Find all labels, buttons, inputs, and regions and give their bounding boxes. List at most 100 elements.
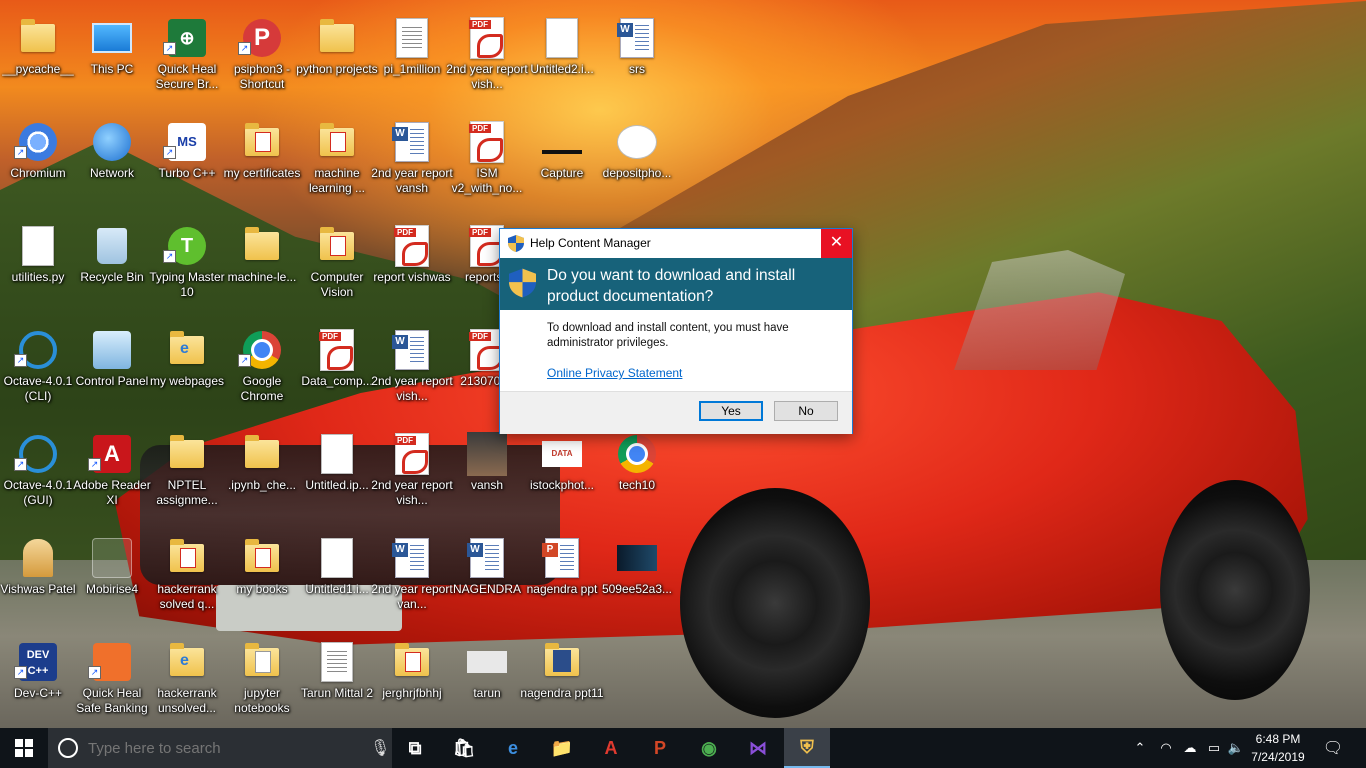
desktop-icon[interactable]: Pnagendra ppt [524, 530, 600, 630]
search-box[interactable]: 🎙 [48, 728, 392, 768]
desktop-icon[interactable]: my certificates [224, 114, 300, 214]
desktop-icon[interactable]: pi_1million [374, 10, 450, 110]
desktop-icon[interactable]: ↗ Chromium [0, 114, 76, 214]
pdffolder-icon [242, 120, 282, 164]
dialog-title: Help Content Manager [530, 236, 651, 250]
desktop-icon[interactable]: e my webpages [149, 322, 225, 422]
desktop-icon[interactable]: hackerrank solved q... [149, 530, 225, 630]
desktop-icon[interactable]: Wsrs [599, 10, 675, 110]
search-icon [58, 738, 78, 758]
taskbar-app-chrome[interactable]: ◉ [686, 728, 732, 768]
desktop-icon[interactable]: .ipynb_che... [224, 426, 300, 526]
desktop-icon[interactable]: ↗ Google Chrome [224, 322, 300, 422]
desktop-icon[interactable]: PDF Data_comp... [299, 322, 375, 422]
show-hidden-icons-chevron-icon[interactable]: ⌃ [1130, 728, 1150, 768]
desktop-icon[interactable]: jupyter notebooks [224, 634, 300, 728]
desktop-icon-label: my books [236, 582, 288, 596]
battery-icon[interactable]: ▭ [1204, 728, 1224, 768]
taskbar-app-visual-studio[interactable]: ⋈ [735, 728, 781, 768]
microphone-icon[interactable]: 🎙 [370, 738, 390, 758]
desktop-icon[interactable]: jerghrjfbhhj [374, 634, 450, 728]
desktop-icon-label: my certificates [223, 166, 301, 180]
desktop-icon[interactable]: 509ee52a3... [599, 530, 675, 630]
folder-icon [18, 16, 58, 60]
desktop-icon[interactable]: Computer Vision [299, 218, 375, 318]
desktop-icon[interactable]: PDF report vishwas [373, 218, 451, 318]
clock[interactable]: 6:48 PM 7/24/2019 [1242, 730, 1314, 766]
desktop-icon[interactable]: machine learning ... [299, 114, 375, 214]
desktop-icon[interactable]: PDF 2nd year report vish... [371, 426, 453, 526]
desktop-icon[interactable]: Recycle Bin [74, 218, 150, 318]
desktop-icon[interactable]: utilities.py [0, 218, 76, 318]
desktop-icon[interactable]: This PC [74, 10, 150, 110]
taskbar-app-acrobat[interactable]: A [588, 728, 634, 768]
clock-time: 6:48 PM [1255, 732, 1301, 746]
start-button[interactable] [0, 728, 48, 768]
desktop-icon[interactable]: PDF 2nd year report vish... [446, 10, 528, 110]
desktop-icon[interactable]: Network [74, 114, 150, 214]
privacy-statement-link[interactable]: Online Privacy Statement [547, 366, 682, 380]
desktop-icon[interactable]: A ↗ Adobe Reader XI [73, 426, 151, 526]
desktop-icon[interactable]: ⊕ ↗ Quick Heal Secure Br... [149, 10, 225, 110]
desktop-icon[interactable]: Tarun Mittal 2 [299, 634, 375, 728]
desktop-icon[interactable]: machine-le... [224, 218, 300, 318]
taskbar-app-help-content-manager[interactable]: ⛨ [784, 728, 830, 768]
desktop-icon[interactable]: W NAGENDRA [449, 530, 525, 630]
desktop-icon[interactable]: Mobirise4 [74, 530, 150, 630]
desktop-icon[interactable]: W 2nd year report van... [371, 530, 453, 630]
desktop-icon-label: 2nd year report vish... [446, 62, 528, 91]
taskbar-app-edge[interactable]: e [490, 728, 536, 768]
desktop-icon[interactable]: NPTEL assignme... [149, 426, 225, 526]
edgefolder-icon: e [167, 640, 207, 684]
taskbar-app-powerpoint-like[interactable]: P [637, 728, 683, 768]
desktop-icon[interactable]: Untitled2.i... [524, 10, 600, 110]
desktop-icon[interactable]: tech10 [599, 426, 675, 526]
taskbar-app-store[interactable]: 🛍 [441, 728, 487, 768]
desktop-icon[interactable]: Capture [524, 114, 600, 214]
dialog-titlebar[interactable]: Help Content Manager ✕ [500, 229, 852, 258]
cloud-icon[interactable]: ☁ [1180, 728, 1200, 768]
word-icon: W [392, 120, 432, 164]
desktop-icon[interactable]: P ↗ psiphon3 - Shortcut [224, 10, 300, 110]
action-center-notification-icon[interactable]: 🗨 [1318, 728, 1348, 768]
yes-button[interactable]: Yes [699, 401, 763, 421]
desktop-icon[interactable]: W 2nd year report vish... [371, 322, 453, 422]
desktop-icon-label: my webpages [149, 374, 225, 388]
desktop-icon[interactable]: e hackerrank unsolved... [149, 634, 225, 728]
desktop-icon[interactable]: Control Panel [74, 322, 150, 422]
desktop-icon[interactable]: ↗ Quick Heal Safe Banking [74, 634, 150, 728]
desktop-icon[interactable]: Untitled1.i... [299, 530, 375, 630]
smallimage-icon [467, 640, 507, 684]
desktop-icon[interactable]: T ↗ Typing Master 10 [149, 218, 225, 318]
help-content-manager-dialog: Help Content Manager ✕ Do you want to do… [499, 228, 853, 434]
desktop-icon[interactable]: MS ↗ Turbo C++ [149, 114, 225, 214]
desktop-icon[interactable]: my books [224, 530, 300, 630]
desktop-icon[interactable]: DATA istockphot... [524, 426, 600, 526]
desktop-icon-label: python projects [296, 62, 378, 76]
taskbar-app-file-explorer[interactable]: 📁 [539, 728, 585, 768]
page-icon [317, 640, 357, 684]
desktop-icon[interactable]: W 2nd year report vansh [371, 114, 453, 214]
desktop-icon[interactable]: nagendra ppt11 [520, 634, 604, 728]
desktop-icon[interactable]: Untitled.ip... [299, 426, 375, 526]
image-icon [617, 120, 657, 164]
desktop-icon[interactable]: python projects [296, 10, 378, 110]
no-button[interactable]: No [774, 401, 838, 421]
desktop-icon[interactable]: DEV C++ ↗ Dev-C++ [0, 634, 76, 728]
search-input[interactable] [86, 738, 360, 758]
desktop-icon[interactable]: vansh [449, 426, 525, 526]
dialog-close-button[interactable]: ✕ [821, 229, 852, 258]
desktop-icon[interactable]: tarun [449, 634, 525, 728]
desktop-icon-label: vansh [470, 478, 504, 492]
desktop-icon[interactable]: Vishwas Patel [0, 530, 76, 630]
taskbar-app-task-view[interactable]: ⧉ [392, 728, 438, 768]
desktop-icon[interactable]: PDF ISM v2_with_no... [449, 114, 525, 214]
folder-icon [242, 224, 282, 268]
desktop-icon[interactable]: __pycache__ [0, 10, 76, 110]
desktop-icon[interactable]: ↗ Octave-4.0.1 (GUI) [0, 426, 76, 526]
desktop-icon-label: NPTEL assignme... [156, 478, 218, 507]
darkimage-icon [617, 536, 657, 580]
desktop-icon[interactable]: depositpho... [599, 114, 675, 214]
wifi-icon[interactable]: ◠ [1156, 728, 1176, 768]
desktop-icon[interactable]: ↗ Octave-4.0.1 (CLI) [0, 322, 76, 422]
